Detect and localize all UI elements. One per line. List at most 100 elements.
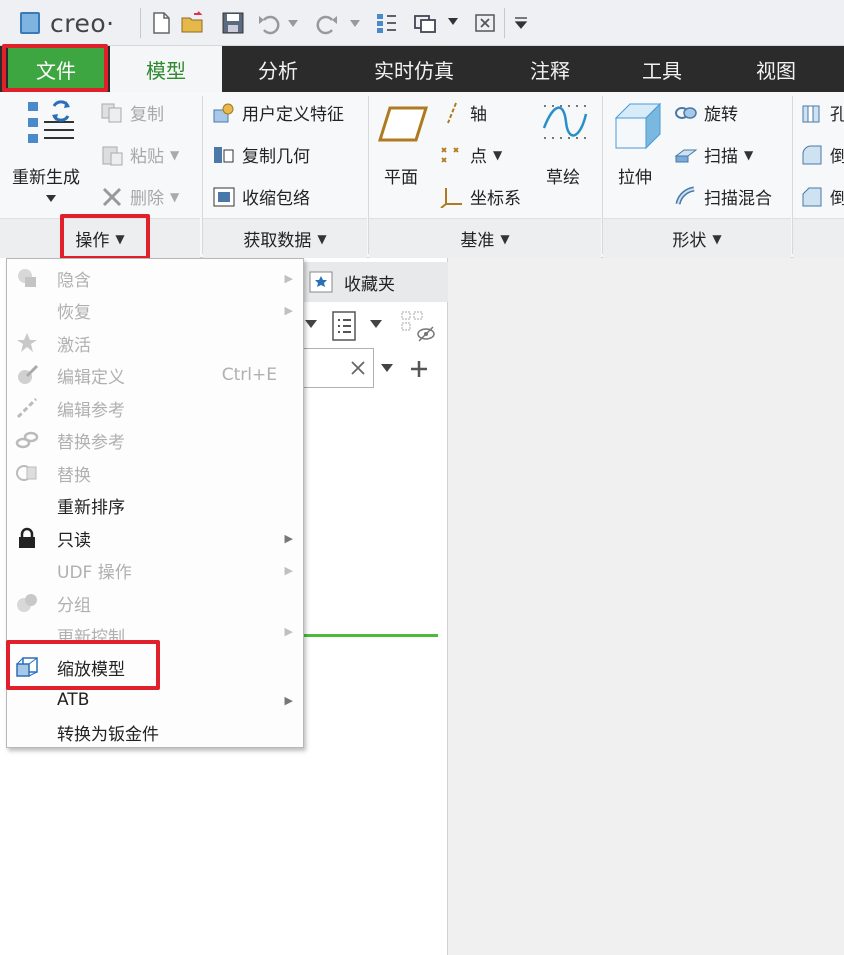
chevron-down-icon: ▼ [712, 231, 722, 246]
udf-icon [213, 103, 234, 122]
undo-dropdown-icon[interactable] [288, 20, 298, 28]
revolve-button[interactable]: 旋转 [674, 100, 738, 125]
copy-icon [101, 103, 122, 122]
submenu-arrow-icon: ▶ [284, 693, 293, 707]
point-icon [441, 146, 459, 163]
menu-item-suppress[interactable]: 隐含 ▶ [7, 262, 303, 294]
round-icon [802, 145, 822, 164]
tree-columns-icon[interactable] [330, 310, 358, 342]
suppress-icon [18, 269, 36, 287]
window-icon[interactable] [412, 10, 438, 36]
chamfer-button[interactable]: 倒 [800, 184, 844, 209]
paste-button[interactable]: 粘贴 ▼ [100, 142, 179, 167]
quick-access-toolbar: creo· [0, 0, 844, 46]
axis-button[interactable]: 轴 [440, 100, 487, 125]
menu-item-udf-operations[interactable]: UDF 操作 ▶ [7, 554, 303, 586]
tree-dropdown-icon[interactable] [305, 320, 317, 330]
menu-item-read-only[interactable]: 只读 ▶ [7, 522, 303, 554]
open-folder-icon[interactable] [180, 10, 206, 36]
regenerate-dropdown-icon[interactable] [46, 195, 56, 203]
menu-item-convert-to-sheetmetal[interactable]: 转换为钣金件 [7, 716, 303, 748]
hole-button[interactable]: 孔 [800, 100, 844, 125]
customize-dropdown-icon[interactable] [514, 16, 528, 30]
menu-item-resume[interactable]: 恢复 ▶ [7, 294, 303, 326]
get-data-group-footer[interactable]: 获取数据 ▼ [203, 218, 367, 258]
delete-button[interactable]: 删除 ▼ [100, 184, 179, 209]
menu-item-reorder[interactable]: 重新排序 [7, 489, 303, 521]
divider [140, 8, 141, 38]
swept-blend-button[interactable]: 扫描混合 [674, 184, 772, 209]
plane-button[interactable]: 平面 [384, 163, 418, 188]
sweep-button[interactable]: 扫描 ▼ [674, 142, 753, 167]
regenerate-icon[interactable] [374, 10, 400, 36]
show-hide-icon[interactable] [400, 310, 436, 344]
menu-label: 隐含 [57, 270, 91, 291]
chevron-down-icon: ▼ [170, 189, 180, 204]
add-icon[interactable] [410, 360, 428, 378]
menu-item-edit-references[interactable]: 编辑参考 [7, 392, 303, 424]
menu-item-group[interactable]: 分组 [7, 587, 303, 619]
menu-label: 激活 [57, 335, 91, 356]
copy-geometry-button[interactable]: 复制几何 [212, 142, 310, 167]
axis-label: 轴 [470, 105, 487, 125]
menu-label: 更新控制 [57, 628, 125, 641]
shapes-group-footer[interactable]: 形状 ▼ [603, 218, 791, 258]
submenu-arrow-icon: ▶ [284, 303, 293, 317]
menu-label: 只读 [57, 530, 91, 551]
menu-label: UDF 操作 [57, 562, 132, 583]
favorites-icon [309, 271, 333, 293]
datum-label: 基准 [460, 231, 495, 251]
submenu-arrow-icon: ▶ [284, 271, 293, 285]
menu-item-replace[interactable]: 替换 [7, 457, 303, 489]
extrude-button[interactable]: 拉伸 [618, 163, 652, 188]
tab-annotate[interactable]: 注释 [494, 46, 606, 92]
engineering-group-footer[interactable] [793, 218, 844, 258]
sketch-icon[interactable] [540, 100, 588, 144]
menu-item-activate[interactable]: 激活 [7, 327, 303, 359]
chevron-down-icon: ▼ [500, 231, 510, 246]
tab-analysis[interactable]: 分析 [222, 46, 334, 92]
activate-icon [17, 333, 37, 352]
revolve-icon [675, 106, 697, 119]
round-button[interactable]: 倒 [800, 142, 844, 167]
sketch-button[interactable]: 草绘 [546, 163, 580, 188]
tab-live-simulation[interactable]: 实时仿真 [350, 46, 478, 92]
save-icon[interactable] [220, 10, 246, 36]
columns-dropdown-icon[interactable] [370, 320, 382, 330]
swept-blend-icon [675, 186, 695, 205]
edit-definition-icon [18, 364, 39, 384]
window-dropdown-icon[interactable] [448, 18, 458, 26]
tab-tools[interactable]: 工具 [606, 46, 718, 92]
regenerate-large-icon[interactable] [26, 98, 78, 150]
tab-view[interactable]: 视图 [720, 46, 832, 92]
get-data-label: 获取数据 [243, 231, 312, 251]
undo-icon[interactable] [256, 10, 282, 36]
menu-label: 编辑参考 [57, 400, 125, 421]
csys-button[interactable]: 坐标系 [440, 184, 521, 209]
tab-model[interactable]: 模型 [110, 46, 222, 92]
shrinkwrap-button[interactable]: 收缩包络 [212, 184, 310, 209]
menu-item-replace-references[interactable]: 替换参考 [7, 424, 303, 456]
search-dropdown-icon[interactable] [381, 364, 393, 374]
delete-label: 删除 [130, 189, 164, 209]
redo-icon[interactable] [314, 10, 340, 36]
menu-label: 替换 [57, 465, 91, 486]
chamfer-label: 倒 [830, 189, 844, 209]
udf-button[interactable]: 用户定义特征 [212, 100, 344, 125]
redo-dropdown-icon[interactable] [350, 20, 360, 28]
datum-group-footer[interactable]: 基准 ▼ [369, 218, 601, 258]
menu-label: 编辑定义 [57, 367, 125, 388]
point-button[interactable]: 点 ▼ [440, 142, 502, 167]
extrude-icon[interactable] [610, 100, 664, 152]
plane-icon[interactable] [378, 104, 428, 144]
clear-search-icon[interactable] [350, 360, 366, 376]
file-tab-highlight [2, 44, 108, 92]
menu-item-edit-definition[interactable]: 编辑定义 Ctrl+E [7, 359, 303, 391]
new-file-icon[interactable] [148, 10, 174, 36]
menu-label: 恢复 [57, 302, 91, 323]
regenerate-button[interactable]: 重新生成 [12, 163, 80, 188]
tab-favorites[interactable]: 收藏夹 [300, 262, 448, 302]
copy-button[interactable]: 复制 [100, 100, 164, 125]
close-window-icon[interactable] [472, 10, 498, 36]
menu-item-update-control[interactable]: 更新控制 ▶ [7, 619, 303, 641]
